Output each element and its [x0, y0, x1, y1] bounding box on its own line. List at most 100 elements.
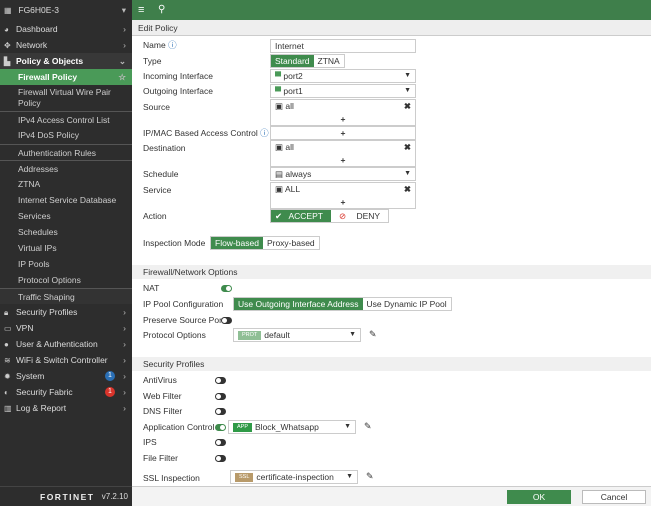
sidebar-item-dos[interactable]: IPv4 DoS Policy: [0, 127, 132, 143]
sidebar-item-protocol-options[interactable]: Protocol Options: [0, 272, 132, 288]
name-input[interactable]: Internet: [270, 39, 416, 53]
label: Firewall Virtual Wire Pair Policy: [18, 87, 111, 108]
type-ztna[interactable]: ZTNA: [314, 55, 344, 67]
label: IPv4 Access Control List: [18, 115, 110, 125]
proxy-based[interactable]: Proxy-based: [263, 237, 319, 249]
service-label: Service: [143, 185, 172, 195]
label: VPN: [16, 323, 34, 333]
filefilter-toggle[interactable]: [215, 455, 226, 462]
device-selector[interactable]: ▦ FG6H0E-3 ▾: [0, 2, 132, 18]
sidebar-item-ztna[interactable]: ZTNA: [0, 176, 132, 192]
lock-icon: 🔒︎: [4, 308, 9, 317]
sidebar-item-auth-rules[interactable]: Authentication Rules: [0, 144, 132, 160]
type-standard[interactable]: Standard: [271, 55, 314, 67]
notification-badge: 1: [105, 387, 115, 397]
sidebar-item-wifi[interactable]: ≋ WiFi & Switch Controller ›: [0, 352, 132, 368]
destination-field[interactable]: ▣ all ✖ +: [270, 140, 416, 167]
gear-icon: ✹: [4, 372, 11, 381]
sidebar-item-security-profiles[interactable]: 🔒︎ Security Profiles ›: [0, 304, 132, 320]
sidebar-footer: FORTINET v7.2.10: [0, 486, 132, 506]
sidebar-item-ip-pools[interactable]: IP Pools: [0, 256, 132, 272]
menu-icon[interactable]: ≡: [138, 0, 144, 20]
preserve-source-port-toggle[interactable]: [221, 317, 232, 324]
add-button[interactable]: +: [271, 113, 415, 125]
service-icon: ▣: [275, 184, 284, 194]
chevron-right-icon: ›: [123, 371, 126, 381]
add-button[interactable]: +: [271, 154, 415, 166]
sidebar-item-log-report[interactable]: ▥ Log & Report ›: [0, 400, 132, 416]
remove-icon[interactable]: ✖: [404, 141, 411, 153]
chevron-down-icon: ▾: [121, 5, 126, 15]
sidebar-item-network[interactable]: ✥ Network ›: [0, 37, 132, 53]
search-icon[interactable]: ⚲: [158, 0, 165, 20]
incoming-label: Incoming Interface: [143, 71, 213, 81]
chevron-right-icon: ›: [123, 323, 126, 333]
device-name: FG6H0E-3: [18, 5, 59, 15]
sidebar-item-system[interactable]: ✹ System 1 ›: [0, 368, 132, 384]
sidebar-item-vpn[interactable]: ▭ VPN ›: [0, 320, 132, 336]
dropdown-icon: ▼: [404, 87, 411, 94]
nat-toggle[interactable]: [221, 285, 232, 292]
sidebar-item-ipv4-acl[interactable]: IPv4 Access Control List: [0, 111, 132, 127]
security-section-header: Security Profiles: [132, 357, 651, 371]
label: Firewall Policy: [18, 72, 78, 82]
dnsfilter-toggle[interactable]: [215, 408, 226, 415]
remove-icon[interactable]: ✖: [404, 183, 411, 195]
sidebar-item-services[interactable]: Services: [0, 208, 132, 224]
label: Log & Report: [16, 403, 67, 413]
ipmac-field[interactable]: +: [270, 126, 416, 140]
dnsfilter-label: DNS Filter: [143, 406, 183, 416]
wifi-icon: ≋: [4, 356, 11, 365]
inspection-label: Inspection Mode: [143, 238, 206, 248]
edit-icon[interactable]: ✎: [364, 421, 372, 432]
ipmac-label: IP/MAC Based Access Control ⓘ: [143, 128, 269, 138]
info-icon: ⓘ: [260, 128, 269, 138]
sidebar-item-security-fabric[interactable]: ◐ Security Fabric 1 ›: [0, 384, 132, 400]
antivirus-label: AntiVirus: [143, 375, 177, 385]
sidebar-item-isdb[interactable]: Internet Service Database: [0, 192, 132, 208]
sidebar-item-virtual-ips[interactable]: Virtual IPs: [0, 240, 132, 256]
action-deny[interactable]: ⊘ DENY: [331, 210, 388, 222]
outgoing-label: Outgoing Interface: [143, 86, 213, 96]
source-field[interactable]: ▣ all ✖ +: [270, 99, 416, 126]
user-icon: ●: [4, 340, 9, 349]
chevron-right-icon: ›: [123, 387, 126, 397]
page-title: Edit Policy: [132, 20, 651, 36]
protocol-options-select[interactable]: PROT default ▼: [233, 328, 361, 342]
add-button[interactable]: +: [271, 127, 415, 139]
flow-based[interactable]: Flow-based: [211, 237, 263, 249]
use-outgoing-interface[interactable]: Use Outgoing Interface Address: [234, 298, 363, 310]
service-field[interactable]: ▣ ALL ✖ +: [270, 182, 416, 209]
ips-label: IPS: [143, 437, 157, 447]
edit-icon[interactable]: ✎: [366, 471, 374, 482]
webfilter-toggle[interactable]: [215, 393, 226, 400]
sidebar-item-user-auth[interactable]: ● User & Authentication ›: [0, 336, 132, 352]
sidebar-item-firewall-policy[interactable]: Firewall Policy ☆: [0, 69, 132, 85]
ok-button[interactable]: OK: [507, 490, 571, 504]
appcontrol-toggle[interactable]: [215, 424, 226, 431]
outgoing-interface-select[interactable]: ▀ port1 ▼: [270, 84, 416, 98]
label: Addresses: [18, 164, 59, 174]
sidebar-item-addresses[interactable]: Addresses: [0, 160, 132, 176]
remove-icon[interactable]: ✖: [404, 100, 411, 112]
use-dynamic-ip-pool[interactable]: Use Dynamic IP Pool: [363, 298, 451, 310]
sidebar-item-traffic-shaping[interactable]: Traffic Shaping: [0, 288, 132, 304]
sidebar-item-dashboard[interactable]: ◕ Dashboard ›: [0, 21, 132, 37]
action-accept[interactable]: ✔ ACCEPT: [271, 210, 331, 222]
ips-toggle[interactable]: [215, 439, 226, 446]
ssl-inspection-select[interactable]: SSL certificate-inspection ▼: [230, 470, 358, 484]
edit-icon[interactable]: ✎: [369, 329, 377, 340]
calendar-icon: ▤: [275, 169, 284, 179]
star-icon[interactable]: ☆: [118, 69, 126, 85]
schedule-select[interactable]: ▤ always ▼: [270, 167, 416, 181]
sidebar-item-policy-objects[interactable]: ▙ Policy & Objects ⌄: [0, 53, 132, 69]
add-button[interactable]: +: [271, 196, 415, 208]
ippool-label: IP Pool Configuration: [143, 299, 224, 309]
incoming-interface-select[interactable]: ▀ port2 ▼: [270, 69, 416, 83]
sidebar-item-fvwp[interactable]: Firewall Virtual Wire Pair Policy: [0, 85, 132, 111]
appcontrol-select[interactable]: APP Block_Whatsapp ▼: [228, 420, 356, 434]
label: Policy & Objects: [16, 56, 84, 66]
sidebar-item-schedules[interactable]: Schedules: [0, 224, 132, 240]
antivirus-toggle[interactable]: [215, 377, 226, 384]
cancel-button[interactable]: Cancel: [582, 490, 646, 504]
